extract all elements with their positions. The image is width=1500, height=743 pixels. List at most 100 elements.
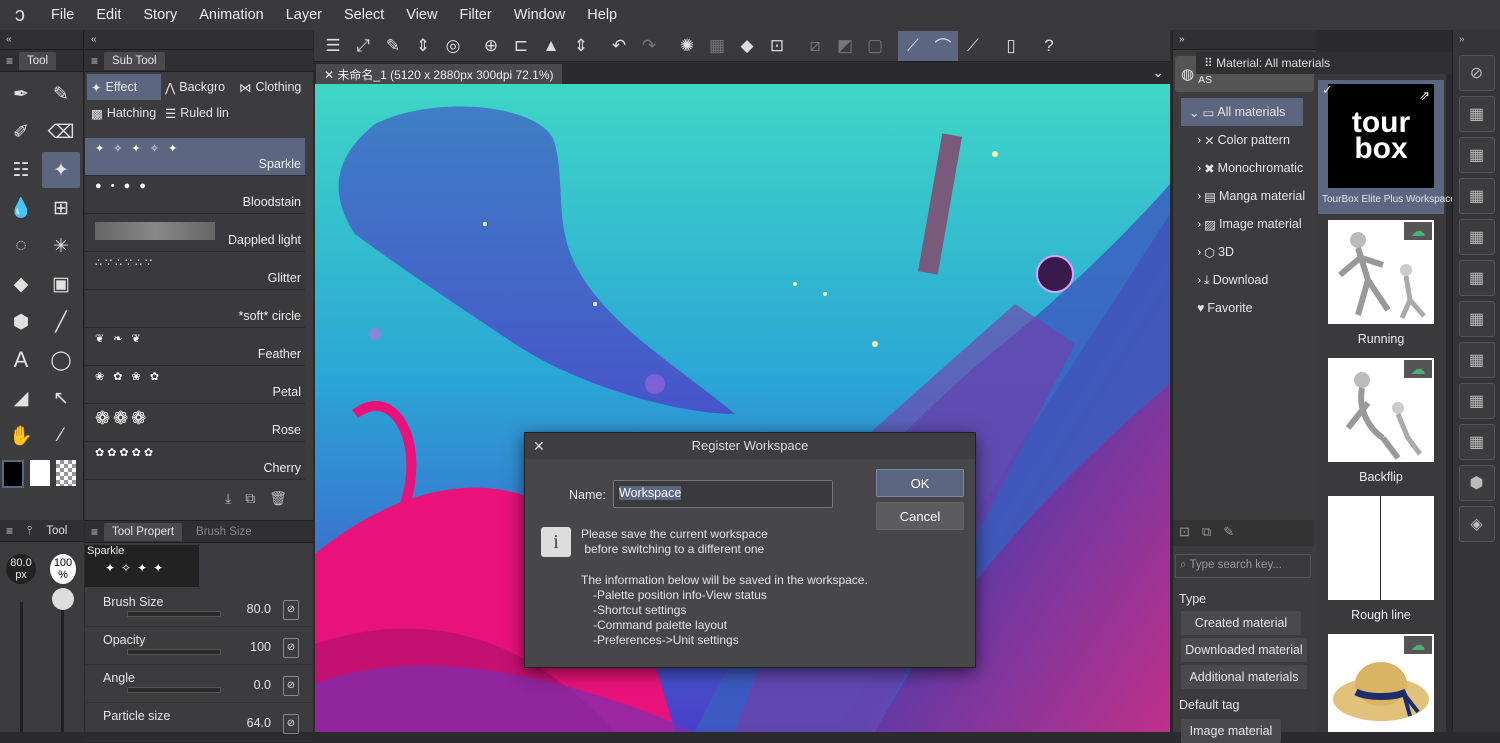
duplicate-icon[interactable]: ⧉ xyxy=(245,490,255,507)
new-file-icon[interactable]: ⊕ xyxy=(476,31,506,61)
eyedropper-icon[interactable]: ⁄ xyxy=(42,418,80,454)
ok-button[interactable]: OK xyxy=(876,469,964,497)
pressure-icon[interactable]: ⊘ xyxy=(283,600,299,620)
brush-item-feather[interactable]: ❦ ❧ ❦ Feather xyxy=(85,328,305,366)
checkbox-checked-icon[interactable]: ✓ xyxy=(1322,82,1333,98)
effect-tool-icon[interactable]: ✦ xyxy=(42,152,80,188)
sub-tool-tab[interactable]: Sub Tool xyxy=(104,51,165,70)
document-tab[interactable]: ✕ 未命名_1 (5120 x 2880px 300dpi 72.1%) xyxy=(316,64,562,84)
tool-tab[interactable]: Tool xyxy=(19,51,57,70)
gradient-tool-icon[interactable]: ▣ xyxy=(42,266,80,302)
size-slider[interactable] xyxy=(20,602,23,732)
menu-animation[interactable]: Animation xyxy=(188,7,274,23)
material-thumb-running[interactable]: Running ☁ xyxy=(1328,220,1434,346)
tree-item-color-pattern[interactable]: › ✕ Color pattern xyxy=(1173,126,1316,154)
decoration-tool-icon[interactable]: ☷ xyxy=(2,152,40,188)
clear-icon[interactable]: ▦ xyxy=(702,31,732,61)
arrows-updown-icon[interactable]: ⇕ xyxy=(408,31,438,61)
menu-layer[interactable]: Layer xyxy=(275,7,333,23)
menu-help[interactable]: Help xyxy=(576,7,628,23)
material-panel-icon[interactable]: ▦ xyxy=(1458,383,1495,419)
tree-item-manga-material[interactable]: › ▤ Manga material xyxy=(1173,182,1316,210)
sub-tab-background[interactable]: ⋀ Backgro xyxy=(161,74,235,100)
spiral-logo-icon[interactable]: ◎ xyxy=(438,31,468,61)
brush-item-dappled-light[interactable]: Dappled light xyxy=(85,214,305,252)
tree-item-all-materials[interactable]: ⌄ ▭ All materials xyxy=(1181,98,1303,126)
open-folder-icon[interactable]: ⊏ xyxy=(506,31,536,61)
app-logo-icon[interactable]: ↄ xyxy=(0,4,40,27)
menu-window[interactable]: Window xyxy=(503,7,577,23)
brush-item-bloodstain[interactable]: ● • ● ● Bloodstain xyxy=(85,176,305,214)
cloud-download-icon[interactable]: ☁ xyxy=(1404,636,1432,654)
menu-view[interactable]: View xyxy=(395,7,448,23)
fill-icon[interactable]: ◆ xyxy=(732,31,762,61)
new-canvas-icon[interactable]: ⤢ xyxy=(348,31,378,61)
tree-item-download[interactable]: › ⤓ Download xyxy=(1173,266,1316,294)
brush-tool-icon[interactable]: ✐ xyxy=(2,114,40,150)
snap-ruler-icon[interactable]: ⟋ xyxy=(898,30,928,61)
pressure-icon[interactable]: ⊘ xyxy=(283,676,299,696)
frame-tool-icon[interactable]: ⊞ xyxy=(42,190,80,226)
sub-tab-clothing[interactable]: ⋈ Clothing xyxy=(235,74,309,100)
edit-icon[interactable]: ✎ xyxy=(1223,524,1234,542)
brush-item-sparkle[interactable]: ✦ ✧ ✦ ✧ ✦ Sparkle xyxy=(85,138,305,176)
tree-item-favorite[interactable]: ♥ Favorite xyxy=(1173,294,1316,322)
menu-filter[interactable]: Filter xyxy=(448,7,502,23)
transform-icon[interactable]: ⊡ xyxy=(762,31,792,61)
undo-icon[interactable]: ↶ xyxy=(604,31,634,61)
pressure-icon[interactable]: ⊘ xyxy=(283,714,299,734)
deselect-icon[interactable]: ⧄ xyxy=(800,31,830,61)
text-tool-icon[interactable]: A xyxy=(2,342,40,378)
material-panel-icon[interactable]: ▦ xyxy=(1458,260,1495,296)
material-thumb-tourbox[interactable]: tour box TourBox Elite Plus Workspace ✓ … xyxy=(1318,80,1456,214)
brush-item-soft-circle[interactable]: *soft* circle xyxy=(85,290,305,328)
tree-item-3d[interactable]: › ⬡ 3D xyxy=(1173,238,1316,266)
navigator-icon[interactable]: ⊘ xyxy=(1458,55,1495,91)
copy-folder-icon[interactable]: ⧉ xyxy=(1202,524,1211,542)
menu-story[interactable]: Story xyxy=(132,7,188,23)
tree-item-monochromatic[interactable]: › ✖ Monochromatic xyxy=(1173,154,1316,182)
opacity-slider-handle[interactable] xyxy=(52,588,74,610)
pencil-tool-icon[interactable]: ✎ xyxy=(42,76,80,112)
pen-tool-icon[interactable]: ✒ xyxy=(2,76,40,112)
menu-icon[interactable]: ☰ xyxy=(318,31,348,61)
menu-select[interactable]: Select xyxy=(333,7,395,23)
arrows-updown-icon[interactable]: ⇕ xyxy=(566,31,596,61)
close-icon[interactable]: ✕ xyxy=(324,68,337,82)
new-folder-icon[interactable]: ⊡ xyxy=(1179,524,1190,542)
balloon-tool-icon[interactable]: ◯ xyxy=(42,342,80,378)
external-link-icon[interactable]: ⇗ xyxy=(1419,88,1430,104)
material-panel-icon[interactable]: ▦ xyxy=(1458,96,1495,132)
redo-icon[interactable]: ↷ xyxy=(634,31,664,61)
collapse-icon[interactable]: » xyxy=(1453,30,1500,50)
3d-material-icon[interactable]: ⬢ xyxy=(1458,465,1495,501)
hand-tool-icon[interactable]: ✋ xyxy=(2,418,40,454)
chevron-down-icon[interactable]: ⌄ xyxy=(1152,64,1164,81)
tool-property-tab[interactable]: Tool Propert xyxy=(104,522,183,541)
move-tool-icon[interactable]: ↖ xyxy=(42,380,80,416)
loading-icon[interactable]: ✺ xyxy=(672,31,702,61)
material-panel-icon[interactable]: ▦ xyxy=(1458,301,1495,337)
main-color-swatch[interactable] xyxy=(2,460,24,488)
brush-item-glitter[interactable]: ∴∵∴∵∴∵ Glitter xyxy=(85,252,305,290)
cancel-button[interactable]: Cancel xyxy=(876,502,964,530)
tree-item-image-material[interactable]: › ▨ Image material xyxy=(1173,210,1316,238)
material-panel-icon[interactable]: ▦ xyxy=(1458,137,1495,173)
transparent-color-swatch[interactable] xyxy=(56,460,76,486)
pressure-icon[interactable]: ⊘ xyxy=(283,638,299,658)
opacity-slider[interactable] xyxy=(61,602,64,732)
line-tool-icon[interactable]: ╱ xyxy=(42,304,80,340)
menu-edit[interactable]: Edit xyxy=(85,7,132,23)
brush-item-rose[interactable]: ❁❁❁ Rose xyxy=(85,404,305,442)
ruler-tool-icon[interactable]: ◢ xyxy=(2,380,40,416)
tablet-icon[interactable]: ▯ xyxy=(996,31,1026,61)
snap-special-icon[interactable]: ⌒ xyxy=(928,30,958,61)
prop-opacity[interactable]: Opacity 100 ⊘ xyxy=(85,627,313,665)
download-icon[interactable]: ⤓ xyxy=(225,490,231,507)
sub-tab-ruled-line[interactable]: ☰ Ruled lin xyxy=(161,100,235,126)
material-panel-icon[interactable]: ▦ xyxy=(1458,178,1495,214)
name-input[interactable]: Workspace xyxy=(613,480,833,508)
brush-item-cherry[interactable]: ✿✿✿✿✿ Cherry xyxy=(85,442,305,480)
menu-file[interactable]: File xyxy=(40,7,85,23)
sub-tab-effect[interactable]: ✦ Effect xyxy=(87,74,161,100)
